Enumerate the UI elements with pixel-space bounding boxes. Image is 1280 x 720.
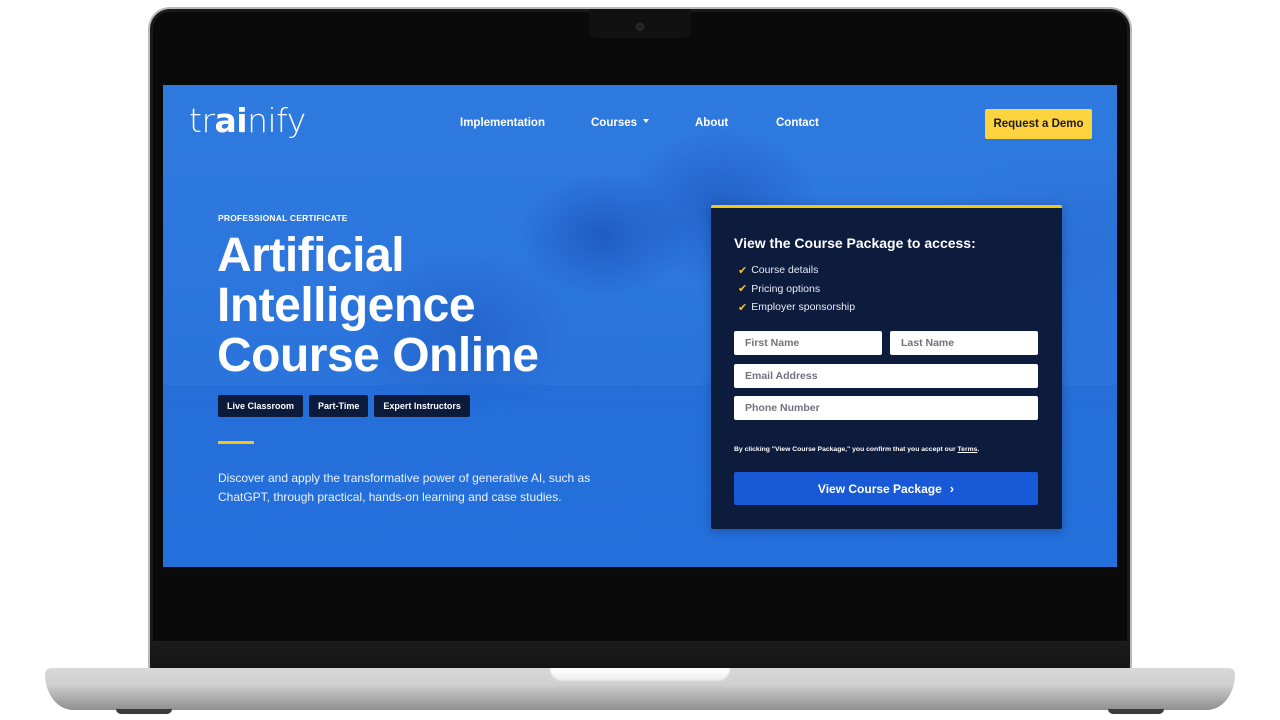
tag-live-classroom: Live Classroom (218, 395, 304, 417)
logo-text-suffix: nify (247, 101, 306, 140)
laptop-opening-notch (550, 668, 730, 682)
disclaimer-text: By clicking "View Course Package," you c… (734, 446, 958, 453)
request-demo-button[interactable]: Request a Demo (985, 109, 1092, 139)
nav-contact[interactable]: Contact (776, 117, 819, 129)
view-course-package-button[interactable]: View Course Package › (734, 472, 1038, 505)
benefit-label: Course details (751, 264, 819, 277)
caret-down-icon (643, 118, 650, 123)
benefit-label: Pricing options (751, 282, 821, 295)
benefit-label: Employer sponsorship (751, 301, 856, 314)
website-screen: trainify Implementation Courses About Co… (163, 85, 1117, 567)
benefit-item: ✔ Employer sponsorship (738, 298, 855, 317)
laptop-foot-left (116, 709, 172, 714)
terms-link[interactable]: Terms (958, 446, 978, 453)
accent-divider (218, 441, 254, 444)
chevron-right-icon: › (949, 481, 955, 496)
last-name-input[interactable] (890, 331, 1038, 355)
checkmark-icon: ✔ (738, 264, 748, 277)
hero-title: Artificial Intelligence Course Online (217, 231, 637, 381)
email-input[interactable] (734, 364, 1038, 388)
benefit-item: ✔ Course details (738, 261, 855, 280)
tag-part-time: Part-Time (309, 395, 369, 417)
tag-expert-instructors: Expert Instructors (374, 395, 470, 417)
hero-title-line: Artificial (217, 229, 405, 282)
nav-label: Courses (591, 117, 638, 129)
nav-label: About (695, 117, 729, 129)
laptop-foot-right (1108, 709, 1164, 714)
nav-courses[interactable]: Courses (591, 117, 650, 129)
laptop-chin (150, 641, 1130, 669)
terms-disclaimer: By clicking "View Course Package," you c… (734, 446, 979, 453)
hero-description: Discover and apply the transformative po… (218, 471, 591, 504)
submit-label: View Course Package (817, 481, 942, 496)
hero-eyebrow: PROFESSIONAL CERTIFICATE (218, 213, 348, 223)
checkmark-icon: ✔ (738, 301, 748, 314)
form-title: View the Course Package to access: (734, 235, 976, 251)
first-name-input[interactable] (734, 331, 882, 355)
hero-title-line: Intelligence (217, 279, 476, 332)
logo-text-prefix: tr (189, 101, 215, 140)
webcam-icon (636, 23, 644, 31)
nav-label: Contact (776, 117, 819, 129)
disclaimer-end: . (977, 446, 980, 453)
nav-implementation[interactable]: Implementation (460, 117, 545, 129)
checkmark-icon: ✔ (738, 283, 748, 296)
logo-text-ai: ai (214, 101, 248, 140)
nav-label: Implementation (460, 117, 545, 129)
course-tags: Live Classroom Part-Time Expert Instruct… (218, 395, 470, 417)
trainify-logo[interactable]: trainify (189, 101, 306, 140)
course-package-form: View the Course Package to access: ✔ Cour… (711, 205, 1062, 529)
benefits-list: ✔ Course details ✔ Pricing options ✔ Employ… (738, 261, 855, 317)
nav-about[interactable]: About (695, 117, 728, 129)
benefit-item: ✔ Pricing options (738, 280, 855, 299)
phone-input[interactable] (734, 396, 1038, 420)
hero-title-line: Course Online (217, 329, 539, 382)
